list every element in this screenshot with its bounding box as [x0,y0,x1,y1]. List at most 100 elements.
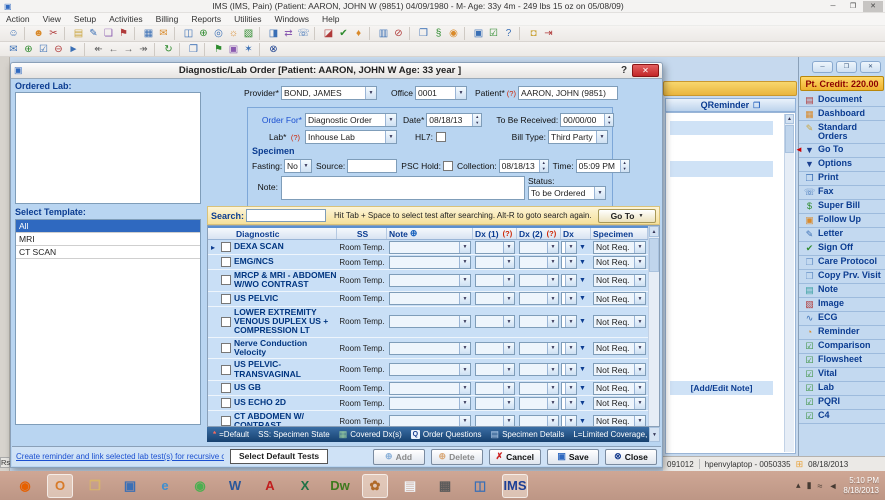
taskbar-icon[interactable]: e [152,474,178,498]
spinner-arrows-icon[interactable] [620,160,629,172]
sidebar-item[interactable]: ◔Reminder [799,326,885,340]
specimen-select[interactable]: Not Req. [593,342,646,355]
specimen-select[interactable]: Not Req. [593,241,646,254]
dx1-select[interactable] [475,382,515,395]
table-row[interactable]: US ECHO 2DRoom Temp.▼Not Req. [208,396,648,411]
toolbar-icon[interactable]: ? [501,27,520,40]
scroll-up-icon[interactable]: ▲ [649,226,659,237]
toolbar-icon[interactable]: ◫ [181,27,196,40]
dx1-select[interactable] [475,292,515,305]
column-specimen[interactable]: Specimen [591,228,648,239]
chevron-down-icon[interactable] [459,343,470,354]
toolbar-icon[interactable]: ❐ [186,43,205,56]
chevron-down-icon[interactable] [459,257,470,268]
toolbar-icon[interactable]: ❒ [416,27,431,40]
dx-cell[interactable]: ▼ [561,382,591,395]
sidebar-item[interactable]: ▦Dashboard [799,107,885,121]
volume-icon[interactable]: ◄ [828,481,837,491]
taskbar-icon[interactable]: IMS [502,474,528,498]
chevron-down-icon[interactable] [503,398,514,409]
dx2-select[interactable] [519,397,559,410]
time-spinner[interactable]: 05:09 PM [576,159,630,173]
sidebar-item[interactable]: ✔Sign Off [799,242,885,256]
row-checkbox[interactable] [221,383,231,393]
close-button[interactable]: ⊗Close [605,449,657,465]
show-hidden-icons[interactable]: ▴ [796,480,801,491]
dx1-select[interactable] [475,241,515,254]
specimen-select[interactable]: Not Req. [593,315,646,328]
toolbar-icon[interactable]: ◪ [321,27,336,40]
collection-spinner[interactable]: 08/18/13 [499,159,549,173]
table-scrollbar[interactable]: ▲ [648,226,659,426]
row-checkbox[interactable] [221,242,231,252]
taskbar-icon[interactable]: X [292,474,318,498]
date-spinner[interactable]: 08/18/13 [426,113,482,127]
menu-item[interactable]: Action [6,14,30,24]
cancel-button[interactable]: ✗Cancel [489,449,541,465]
add-note-icon[interactable]: ⊕ [410,228,418,239]
menu-item[interactable]: Billing [156,14,179,24]
toolbar-icon[interactable]: ☼ [226,27,241,40]
dx2-select[interactable] [519,382,559,395]
select-default-tests-button[interactable]: Select Default Tests [230,449,328,464]
toolbar-icon[interactable]: ⊕ [21,43,36,56]
toolbar-icon[interactable]: ⊖ [51,43,66,56]
chevron-down-icon[interactable] [503,343,514,354]
dx1-select[interactable] [475,342,515,355]
toolbar-icon[interactable]: ⊗ [266,43,281,56]
sidebar-item[interactable]: ☑Flowsheet [799,354,885,368]
specimen-select[interactable]: Not Req. [593,363,646,376]
chevron-down-icon[interactable] [634,416,645,426]
dx-select[interactable] [561,415,577,426]
specimen-select[interactable]: Not Req. [593,382,646,395]
order-for-select[interactable]: Diagnostic Order [305,113,397,127]
dx1-select[interactable] [475,415,515,426]
dx-select[interactable] [561,241,577,254]
note-select[interactable] [389,274,471,287]
chevron-down-icon[interactable] [634,316,645,327]
dx1-select[interactable] [475,315,515,328]
table-row[interactable]: EMG/NCSRoom Temp.▼Not Req. [208,255,648,270]
taskbar-icon[interactable]: ▤ [397,474,423,498]
toolbar-icon[interactable]: ✔ [336,27,351,40]
dx1-select[interactable] [475,363,515,376]
sidebar-item[interactable]: ✎Standard Orders [799,121,885,144]
row-checkbox[interactable] [221,317,231,327]
chevron-down-icon[interactable] [503,275,514,286]
minimize-icon[interactable]: ─ [823,1,843,12]
chevron-down-icon[interactable] [565,316,576,327]
chevron-down-icon[interactable] [503,416,514,426]
toolbar-icon[interactable]: ✶ [241,43,260,56]
scrollbar-thumb[interactable] [649,238,659,272]
dx2-select[interactable] [519,292,559,305]
note-select[interactable] [389,363,471,376]
chevron-down-icon[interactable] [459,275,470,286]
toolbar-icon[interactable]: ▥ [376,27,391,40]
toolbar-icon[interactable]: ☑ [36,43,51,56]
dx2-select[interactable] [519,256,559,269]
table-row[interactable]: CT ABDOMEN W/ CONTRASTRoom Temp.▼Not Req… [208,411,648,426]
sidebar-item[interactable]: ▣Follow Up [799,214,885,228]
toolbar-icon[interactable]: ☺ [6,27,25,40]
chevron-down-icon[interactable] [634,383,645,394]
menu-item[interactable]: Activities [109,14,143,24]
chevron-down-icon[interactable] [300,160,311,172]
chevron-down-icon[interactable] [634,242,645,253]
chevron-down-icon[interactable] [634,257,645,268]
patient-field[interactable]: AARON, JOHN (9851) [518,86,618,100]
sidebar-item[interactable]: ∿ECG [799,312,885,326]
dx2-select[interactable] [519,274,559,287]
toolbar-icon[interactable]: ♦ [351,27,370,40]
chevron-down-icon[interactable] [459,364,470,375]
taskbar-icon[interactable]: O [47,474,73,498]
sidebar-item[interactable]: $Super Bill [799,200,885,214]
dx-cell[interactable]: ▼ [561,342,591,355]
maximize-icon[interactable]: ❐ [843,1,863,12]
dx2-select[interactable] [519,315,559,328]
table-row[interactable]: US PELVIC- TRANSVAGINALRoom Temp.▼Not Re… [208,359,648,381]
toolbar-icon[interactable]: ◨ [266,27,281,40]
ordered-lab-list[interactable] [15,92,201,204]
specimen-select[interactable]: Not Req. [593,397,646,410]
dx-cell[interactable]: ▼ [561,292,591,305]
dx-select[interactable] [561,363,577,376]
